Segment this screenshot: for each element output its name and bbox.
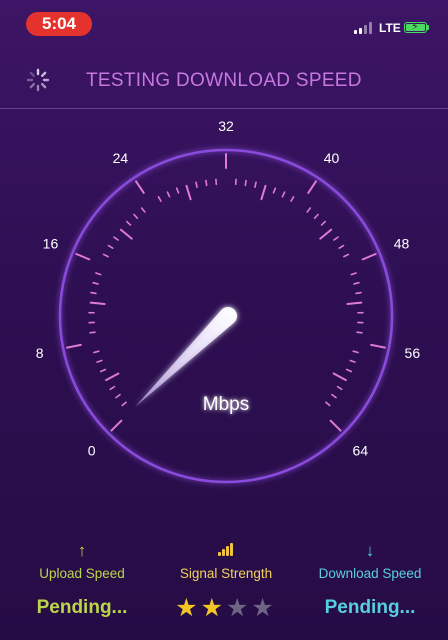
gauge-dot-tick xyxy=(254,181,257,189)
gauge-dot-tick xyxy=(355,291,362,295)
star-icon: ★ xyxy=(175,594,201,622)
gauge-dot-tick xyxy=(125,220,132,226)
upload-speed-stat: ↑ Upload Speed Pending... xyxy=(7,540,157,619)
download-speed-stat: ↓ Download Speed Pending... xyxy=(295,540,445,619)
gauge-dot-tick xyxy=(343,253,350,258)
gauge-major-tick xyxy=(370,343,386,349)
gauge-scale-label: 16 xyxy=(43,235,59,251)
gauge-scale-label: 64 xyxy=(353,442,369,458)
gauge-scale-label: 40 xyxy=(324,150,340,166)
star-icon: ★ xyxy=(251,594,277,622)
stats-panel: ↑ Upload Speed Pending... Signal Strengt… xyxy=(0,540,448,640)
gauge-dot-tick xyxy=(331,393,337,399)
gauge-dot-tick xyxy=(90,291,97,295)
gauge-minor-tick xyxy=(89,301,106,306)
gauge-minor-tick xyxy=(346,301,363,306)
gauge-dot-tick xyxy=(140,207,146,213)
gauge-dot-tick xyxy=(336,385,343,391)
gauge-dot-tick xyxy=(272,187,277,194)
gauge-dot-tick xyxy=(356,331,363,334)
gauge-dot-tick xyxy=(353,281,360,285)
signal-strength-stat: Signal Strength ★★★★ xyxy=(151,540,301,623)
gauge-needle xyxy=(135,307,237,407)
gauge-dot-tick xyxy=(92,281,99,285)
gauge-scale-label: 24 xyxy=(113,150,129,166)
gauge-major-tick xyxy=(66,343,82,349)
download-arrow-icon: ↓ xyxy=(365,541,375,560)
gauge-dot-tick xyxy=(109,385,116,391)
gauge-scale-label: 48 xyxy=(394,235,410,251)
gauge-dot-tick xyxy=(93,350,100,354)
gauge-dot-tick xyxy=(133,213,139,219)
signal-strength-label: Signal Strength xyxy=(179,566,273,581)
gauge-dot-tick xyxy=(338,244,345,249)
gauge-dot-tick xyxy=(320,220,327,226)
gauge-dot-tick xyxy=(121,401,127,407)
gauge-scale-label: 8 xyxy=(36,345,44,361)
gauge-dot-tick xyxy=(325,401,331,407)
gauge-major-tick xyxy=(361,253,377,261)
upload-speed-value: Pending... xyxy=(36,597,128,618)
gauge-dot-tick xyxy=(290,195,295,202)
gauge-scale-label: 0 xyxy=(88,442,96,458)
gauge-major-tick xyxy=(75,253,91,261)
gauge-unit-label: Mbps xyxy=(203,394,249,415)
upload-arrow-icon: ↑ xyxy=(77,541,87,560)
gauge-major-tick xyxy=(134,180,145,194)
gauge-major-tick xyxy=(329,419,342,432)
gauge-dot-tick xyxy=(306,207,312,213)
gauge-dot-tick xyxy=(345,368,353,373)
gauge-dot-tick xyxy=(313,213,319,219)
gauge-major-tick xyxy=(307,180,318,194)
gauge-dot-tick xyxy=(95,272,102,276)
gauge-dot-tick xyxy=(281,191,286,198)
download-speed-label: Download Speed xyxy=(318,566,422,581)
signal-rating: ★★★★ xyxy=(151,593,301,623)
gauge-dot-tick xyxy=(99,368,107,373)
gauge-major-tick xyxy=(110,419,123,432)
gauge-dot-tick xyxy=(107,244,114,249)
gauge-minor-tick xyxy=(260,184,267,201)
gauge-dot-tick xyxy=(89,331,96,334)
star-icon: ★ xyxy=(200,594,226,622)
gauge-dot-tick xyxy=(244,179,247,187)
signal-strength-icon xyxy=(151,540,301,562)
gauge-dot-tick xyxy=(195,181,198,189)
gauge-dot-tick xyxy=(352,350,359,354)
gauge-dot-tick xyxy=(175,187,180,194)
gauge-dot-tick xyxy=(205,179,208,187)
gauge-dot-tick xyxy=(102,253,109,258)
download-speed-value: Pending... xyxy=(324,597,416,618)
gauge-minor-tick xyxy=(119,228,133,240)
gauge-dot-tick xyxy=(350,272,357,276)
gauge-dot-tick xyxy=(115,393,121,399)
gauge-minor-tick xyxy=(332,372,347,382)
gauge-dot-tick xyxy=(333,236,339,241)
gauge-dot-tick xyxy=(349,359,356,363)
upload-speed-label: Upload Speed xyxy=(39,566,125,581)
star-icon: ★ xyxy=(226,594,252,622)
gauge-dot-tick xyxy=(157,195,162,202)
gauge-dot-tick xyxy=(96,359,103,363)
gauge-minor-tick xyxy=(319,228,333,240)
gauge-minor-tick xyxy=(185,184,192,201)
gauge-scale-label: 56 xyxy=(405,345,421,361)
gauge-minor-tick xyxy=(105,372,120,382)
gauge-scale-label: 32 xyxy=(218,118,234,134)
gauge-dot-tick xyxy=(166,191,171,198)
gauge-dot-tick xyxy=(113,236,119,241)
